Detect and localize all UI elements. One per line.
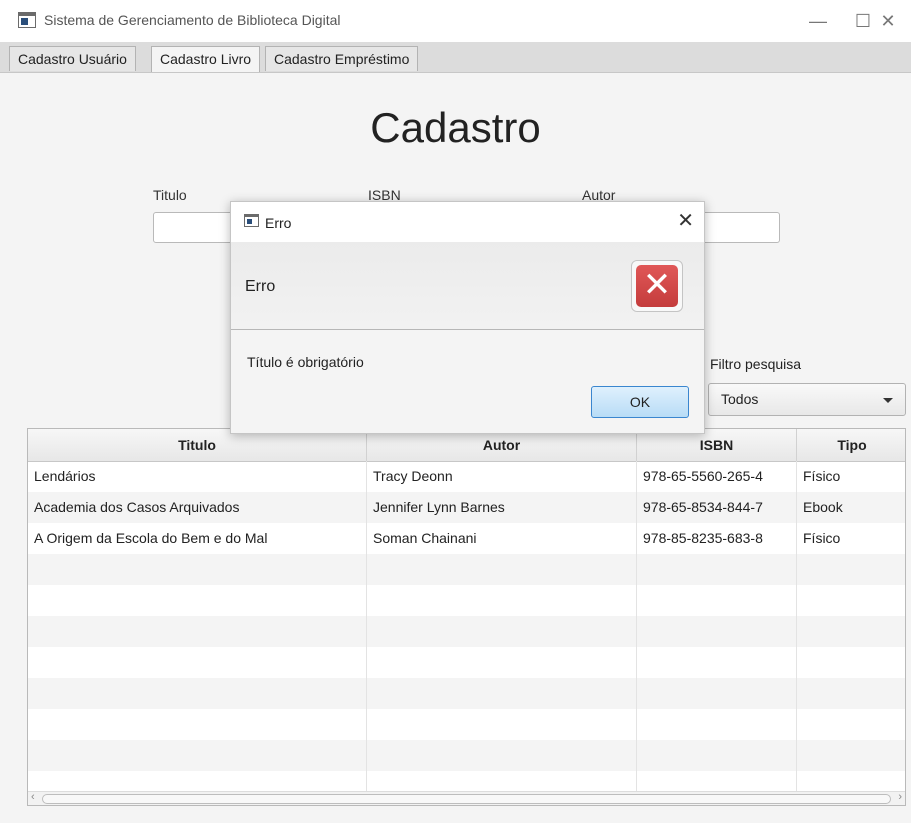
cell-titulo: A Origem da Escola do Bem e do Mal (28, 523, 367, 554)
cell-autor: Jennifer Lynn Barnes (367, 492, 637, 523)
tab-cadastro-usuario[interactable]: Cadastro Usuário (9, 46, 136, 71)
cell-autor: Soman Chainani (367, 523, 637, 554)
cell-tipo: Ebook (797, 492, 905, 523)
empty-row (28, 554, 905, 585)
horizontal-scrollbar[interactable]: ‹ › (28, 791, 905, 805)
cell-titulo: Lendários (28, 461, 367, 492)
window-title: Sistema de Gerenciamento de Biblioteca D… (44, 12, 341, 28)
scroll-left-icon[interactable]: ‹ (31, 791, 35, 803)
page-heading: Cadastro (370, 104, 541, 151)
dialog-title: Erro (265, 215, 292, 231)
scrollbar-thumb[interactable] (42, 794, 891, 804)
error-glyph: ✕ (636, 265, 678, 307)
dialog-app-icon (244, 214, 259, 227)
dialog-close-button[interactable]: ✕ (677, 208, 694, 233)
table-row[interactable]: Academia dos Casos Arquivados Jennifer L… (28, 492, 905, 523)
empty-row (28, 709, 905, 740)
titulo-label: Titulo (153, 187, 187, 203)
empty-row (28, 616, 905, 647)
minimize-button[interactable]: — (795, 0, 841, 42)
table-row[interactable]: A Origem da Escola do Bem e do Mal Soman… (28, 523, 905, 554)
empty-row (28, 678, 905, 709)
window-titlebar: Sistema de Gerenciamento de Biblioteca D… (0, 0, 911, 42)
app-icon (18, 12, 36, 28)
table-row[interactable]: Lendários Tracy Deonn 978-65-5560-265-4 … (28, 461, 905, 492)
books-table[interactable]: Titulo Autor ISBN Tipo Lendários Tracy D… (27, 428, 906, 806)
scroll-right-icon[interactable]: › (898, 791, 902, 803)
empty-row (28, 740, 905, 771)
dialog-header-text: Erro (245, 278, 276, 295)
cell-isbn: 978-65-8534-844-7 (637, 492, 797, 523)
dialog-header: Erro ✕ (231, 242, 704, 330)
filter-select[interactable]: Todos (708, 383, 906, 416)
cell-titulo: Academia dos Casos Arquivados (28, 492, 367, 523)
tab-bar: Cadastro Usuário Cadastro Livro Cadastro… (0, 42, 911, 73)
dialog-message: Título é obrigatório (247, 354, 364, 370)
error-dialog: Erro ✕ Erro ✕ Título é obrigatório OK (230, 201, 705, 434)
cell-isbn: 978-85-8235-683-8 (637, 523, 797, 554)
filter-select-value: Todos (721, 391, 759, 407)
filter-label: Filtro pesquisa (710, 356, 802, 372)
error-icon: ✕ (631, 260, 683, 312)
cell-autor: Tracy Deonn (367, 461, 637, 492)
chevron-down-icon (883, 398, 893, 403)
cell-tipo: Físico (797, 523, 905, 554)
close-window-button[interactable]: ✕ (865, 0, 911, 42)
tab-cadastro-livro[interactable]: Cadastro Livro (151, 46, 261, 72)
cell-isbn: 978-65-5560-265-4 (637, 461, 797, 492)
tab-cadastro-emprestimo[interactable]: Cadastro Empréstimo (265, 46, 419, 71)
column-header-tipo[interactable]: Tipo (797, 429, 905, 461)
ok-button[interactable]: OK (591, 386, 689, 418)
empty-row (28, 647, 905, 678)
dialog-titlebar: Erro ✕ (231, 202, 704, 242)
empty-row (28, 585, 905, 616)
cell-tipo: Físico (797, 461, 905, 492)
